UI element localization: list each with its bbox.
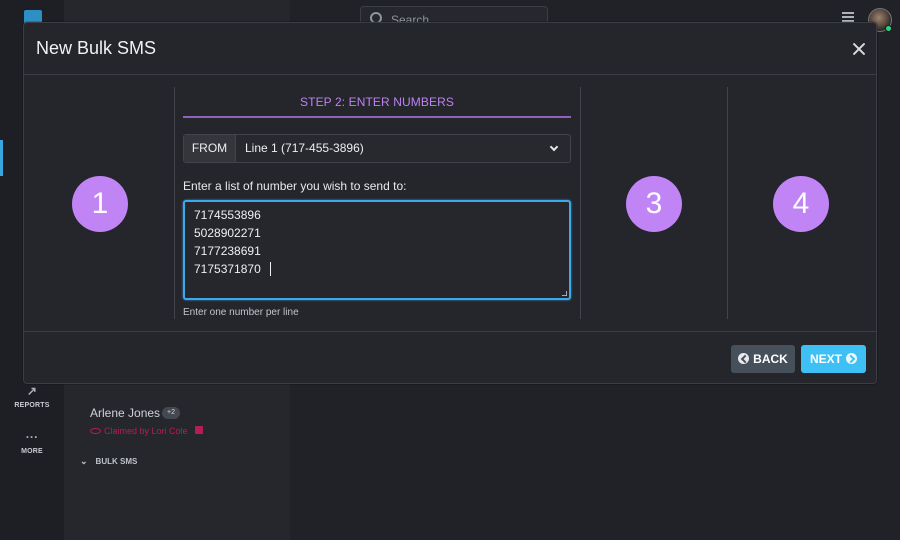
back-button[interactable]: BACK bbox=[731, 345, 795, 373]
contact-count-badge: +2 bbox=[162, 407, 180, 419]
step-divider bbox=[580, 87, 581, 319]
back-arrow-icon bbox=[738, 353, 750, 364]
step-divider bbox=[174, 87, 175, 319]
reports-icon: ↗ bbox=[26, 384, 38, 398]
nav-label-reports: REPORTS bbox=[14, 402, 50, 409]
modal-footer-divider bbox=[24, 331, 876, 332]
bulk-sms-section[interactable]: ⌄ BULK SMS bbox=[80, 456, 137, 467]
from-label: FROM bbox=[184, 135, 236, 162]
back-button-label: BACK bbox=[753, 352, 788, 366]
from-line-select[interactable]: Line 1 (717-455-3896) bbox=[236, 135, 570, 162]
app-background: F VO ME ME CO Q I ↗REPORTS ···MORE Searc… bbox=[0, 0, 900, 540]
modal-header: New Bulk SMS bbox=[24, 23, 876, 75]
online-status-icon bbox=[885, 25, 892, 32]
claimed-status: Claimed by Lori Cole bbox=[104, 426, 188, 436]
chevron-down-icon: ⌄ bbox=[80, 456, 88, 466]
step-divider bbox=[727, 87, 728, 319]
contact-name[interactable]: Arlene Jones bbox=[90, 406, 160, 420]
step-3-indicator: 3 bbox=[626, 176, 682, 232]
menu-icon[interactable] bbox=[842, 12, 854, 22]
number-line: 7175371870 bbox=[194, 262, 261, 276]
text-cursor bbox=[270, 262, 271, 276]
nav-item-more[interactable]: ··· MORE bbox=[0, 430, 64, 455]
modal-title: New Bulk SMS bbox=[36, 38, 157, 58]
new-bulk-sms-modal: New Bulk SMS 1 3 4 STEP 2: ENTER NUMBERS… bbox=[23, 22, 877, 384]
nav-item-reports[interactable]: ↗ REPORTS bbox=[0, 384, 64, 409]
step-4-indicator: 4 bbox=[773, 176, 829, 232]
step-2-title: STEP 2: ENTER NUMBERS bbox=[300, 95, 454, 109]
number-entry-hint: Enter one number per line bbox=[183, 307, 299, 318]
more-icon: ··· bbox=[25, 430, 39, 444]
resize-handle-icon[interactable] bbox=[562, 291, 567, 296]
next-button[interactable]: NEXT bbox=[801, 345, 866, 373]
bulk-sms-label: BULK SMS bbox=[95, 457, 138, 466]
numbers-textarea[interactable]: 7174553896 5028902271 7177238691 7175371… bbox=[183, 200, 571, 300]
step-2-panel: STEP 2: ENTER NUMBERS FROM Line 1 (717-4… bbox=[183, 85, 571, 321]
next-button-label: NEXT bbox=[809, 352, 842, 366]
lock-icon bbox=[195, 426, 203, 434]
close-icon[interactable] bbox=[850, 40, 868, 58]
number-line: 5028902271 bbox=[194, 226, 261, 240]
number-line: 7177238691 bbox=[194, 244, 261, 258]
nav-label-more: MORE bbox=[21, 448, 43, 455]
number-line: 7174553896 bbox=[194, 208, 261, 222]
next-arrow-icon bbox=[846, 353, 857, 364]
number-list-label: Enter a list of number you wish to send … bbox=[183, 179, 407, 193]
step-2-underline bbox=[183, 116, 571, 118]
eye-icon bbox=[90, 428, 101, 434]
from-line-selector: FROM Line 1 (717-455-3896) bbox=[183, 134, 571, 163]
step-1-indicator: 1 bbox=[72, 176, 128, 232]
